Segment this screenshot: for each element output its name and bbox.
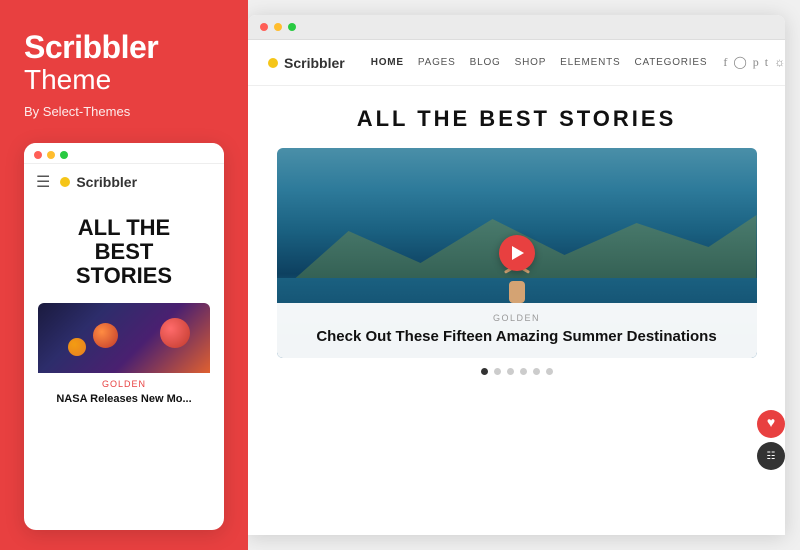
nav-pages[interactable]: PAGES <box>418 57 456 68</box>
slider-dot-3[interactable] <box>507 368 514 375</box>
desktop-hero-title: ALL THE BEST STORIES <box>357 106 677 132</box>
slider-dot-6[interactable] <box>546 368 553 375</box>
mobile-nav: ☰ Scribbler <box>24 163 224 200</box>
desktop-nav-logo: Scribbler <box>268 55 345 71</box>
caption-label: GOLDEN <box>291 313 743 323</box>
slider-dots <box>481 358 553 383</box>
nav-social: f ◯ p t ☼ ✉ ⚲ ≡ <box>723 55 785 70</box>
slider-dot-4[interactable] <box>520 368 527 375</box>
nav-categories[interactable]: CATEGORIES <box>634 57 707 68</box>
right-panel: Scribbler HOME PAGES BLOG SHOP ELEMENTS … <box>248 0 800 550</box>
browser-chrome <box>248 15 785 40</box>
person-torso <box>509 281 525 303</box>
rss-icon[interactable]: ☼ <box>774 55 785 70</box>
caption-title: Check Out These Fifteen Amazing Summer D… <box>291 327 743 347</box>
mobile-article: GOLDEN NASA Releases New Mo... <box>38 303 210 406</box>
mobile-headline: ALL THE BEST STORIES <box>38 216 210 289</box>
mobile-preview: ☰ Scribbler ALL THE BEST STORIES GOLDEN … <box>24 143 224 530</box>
mobile-dot-yellow <box>47 151 55 159</box>
nav-home[interactable]: HOME <box>371 57 404 68</box>
slider-dot-2[interactable] <box>494 368 501 375</box>
mobile-logo: Scribbler <box>60 174 137 190</box>
cart-button[interactable]: ☷ <box>757 442 785 470</box>
mobile-logo-dot <box>60 177 70 187</box>
brand-by: By Select-Themes <box>24 104 224 119</box>
slider-dot-5[interactable] <box>533 368 540 375</box>
planet-1 <box>93 323 118 348</box>
brand-subtitle: Theme <box>24 65 224 96</box>
planet-3 <box>160 318 190 348</box>
browser-dot-yellow <box>274 23 282 31</box>
instagram-icon[interactable]: ◯ <box>733 55 746 70</box>
browser-mockup: Scribbler HOME PAGES BLOG SHOP ELEMENTS … <box>248 15 785 535</box>
nav-logo-dot <box>268 58 278 68</box>
browser-dot-green <box>288 23 296 31</box>
mobile-article-image <box>38 303 210 373</box>
right-edge-buttons: ♥ ☷ <box>757 410 785 470</box>
desktop-nav: Scribbler HOME PAGES BLOG SHOP ELEMENTS … <box>248 40 785 86</box>
hero-caption: GOLDEN Check Out These Fifteen Amazing S… <box>277 303 757 359</box>
facebook-icon[interactable]: f <box>723 55 727 70</box>
nav-blog[interactable]: BLOG <box>470 57 501 68</box>
mobile-article-label: GOLDEN <box>38 379 210 389</box>
planet-2 <box>68 338 86 356</box>
like-button[interactable]: ♥ <box>757 410 785 438</box>
mobile-dot-red <box>34 151 42 159</box>
hamburger-icon[interactable]: ☰ <box>36 172 50 192</box>
mobile-article-title: NASA Releases New Mo... <box>38 392 210 406</box>
browser-dot-red <box>260 23 268 31</box>
hero-slider[interactable]: GOLDEN Check Out These Fifteen Amazing S… <box>277 148 757 358</box>
play-triangle-icon <box>512 246 524 260</box>
slider-dot-1[interactable] <box>481 368 488 375</box>
mobile-top-bar <box>24 143 224 163</box>
pinterest-icon[interactable]: p <box>753 55 759 70</box>
mobile-dot-green <box>60 151 68 159</box>
play-button[interactable] <box>499 235 535 271</box>
twitter-icon[interactable]: t <box>765 55 768 70</box>
nav-shop[interactable]: SHOP <box>515 57 547 68</box>
left-panel: Scribbler Theme By Select-Themes ☰ Scrib… <box>0 0 248 550</box>
nav-links: HOME PAGES BLOG SHOP ELEMENTS CATEGORIES <box>371 57 708 68</box>
nav-elements[interactable]: ELEMENTS <box>560 57 620 68</box>
mobile-content: ALL THE BEST STORIES GOLDEN NASA Release… <box>24 200 224 530</box>
brand-title: Scribbler <box>24 30 224 65</box>
desktop-content: ALL THE BEST STORIES <box>248 86 785 535</box>
